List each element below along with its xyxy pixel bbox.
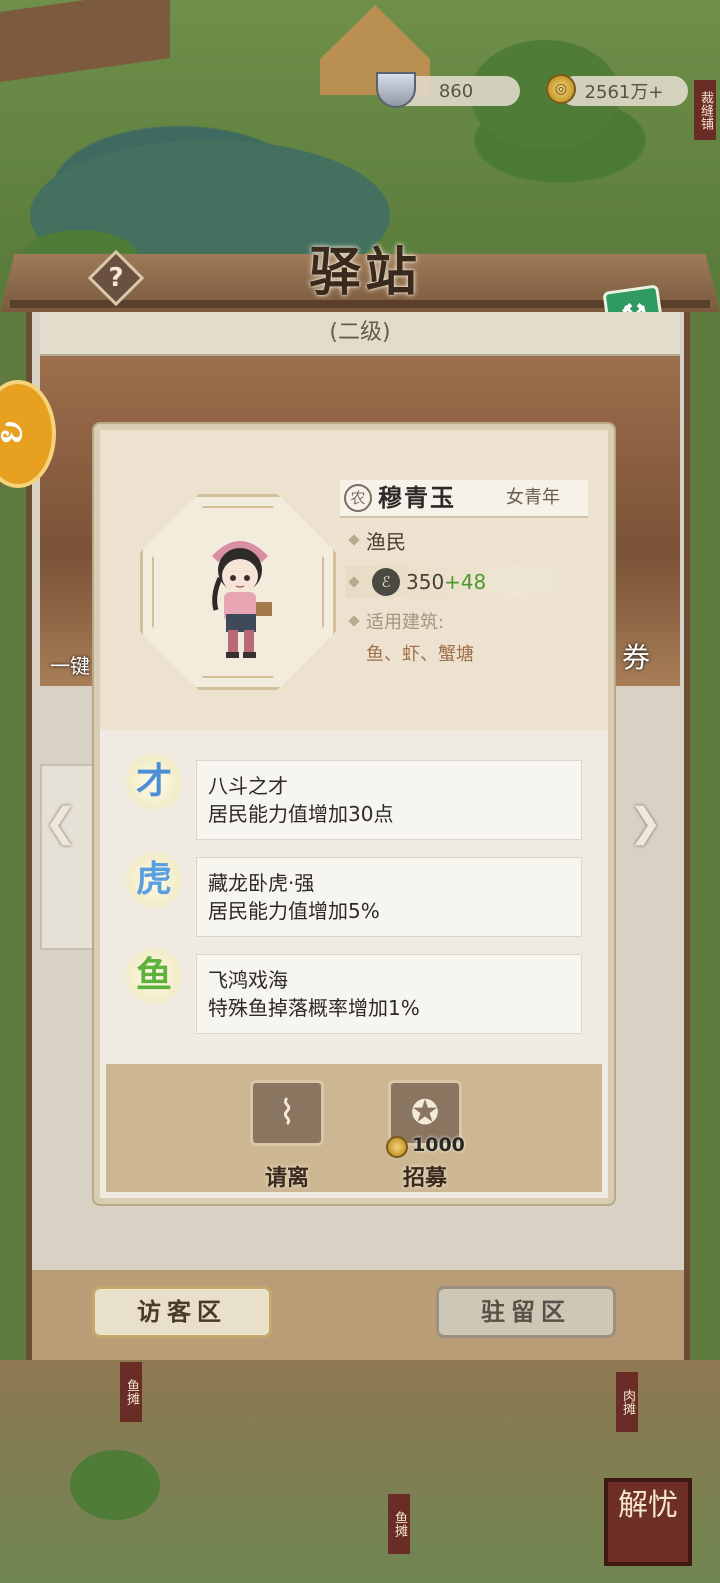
shop-sign-sew[interactable]: 裁缝铺 (694, 80, 716, 140)
resident-power: 350 (406, 570, 445, 594)
tab-resident[interactable]: 驻留区 (436, 1286, 616, 1338)
skill-name: 八斗之才 (208, 774, 288, 798)
resident-power-bonus: +48 (444, 570, 487, 594)
suitable-buildings: 鱼、虾、蟹塘 (366, 644, 474, 665)
question-icon: ? (108, 263, 124, 293)
tab-visitor[interactable]: 访客区 (92, 1286, 272, 1338)
copper-coin-icon (386, 1136, 408, 1158)
broom-icon: ⌇ (278, 1093, 296, 1133)
skill-desc: 居民能力值增加5% (208, 899, 380, 923)
resident-gender-age: 女青年 (506, 487, 560, 508)
suitable-buildings-label: 适用建筑: (366, 612, 445, 633)
skill-desc: 特殊鱼掉落概率增加1% (208, 996, 420, 1020)
building-level: (二级) (329, 320, 391, 345)
copper-counter[interactable]: 2561万+ (560, 76, 688, 106)
recruit-label[interactable]: 招募 (380, 1160, 470, 1192)
coupon-label[interactable]: 券 (622, 636, 650, 676)
stall-sign-fish-2[interactable]: 鱼摊 (388, 1494, 410, 1554)
resident-portrait (212, 541, 272, 658)
tiger-icon: 虎 (124, 850, 184, 910)
page-title: 驿站 (308, 242, 421, 303)
ability-icon: ℰ (372, 568, 400, 596)
one-click-label[interactable]: 一键 (50, 650, 90, 679)
dismiss-button[interactable]: ⌇ (250, 1080, 324, 1146)
skill-name: 飞鸿戏海 (208, 968, 288, 992)
bottom-tree (70, 1450, 160, 1520)
resident-name: 穆青玉 (378, 483, 456, 512)
skill-name: 藏龙卧虎·强 (208, 871, 315, 895)
smile-icon: ಎ (0, 409, 24, 450)
stall-sign-meat[interactable]: 肉摊 (616, 1372, 638, 1432)
copper-value: 2561万+ (584, 82, 664, 103)
skill-desc: 居民能力值增加30点 (208, 802, 394, 826)
jieyou-button[interactable]: 解忧 (604, 1478, 692, 1566)
stall-sign-fish[interactable]: 鱼摊 (120, 1362, 142, 1422)
action-area (106, 1064, 602, 1192)
hand-coin-icon: ✪ (410, 1093, 440, 1133)
recruit-cost: 1000 (412, 1134, 465, 1156)
leaf-fish-icon: 鱼 (124, 946, 184, 1006)
farmer-badge: 农 (344, 484, 372, 512)
resident-occupation: 渔民 (366, 530, 406, 554)
silver-value: 860 (438, 80, 474, 102)
dismiss-label[interactable]: 请离 (242, 1160, 332, 1192)
copper-coin-icon: ◎ (546, 74, 576, 104)
talent-icon: 才 (124, 752, 184, 812)
